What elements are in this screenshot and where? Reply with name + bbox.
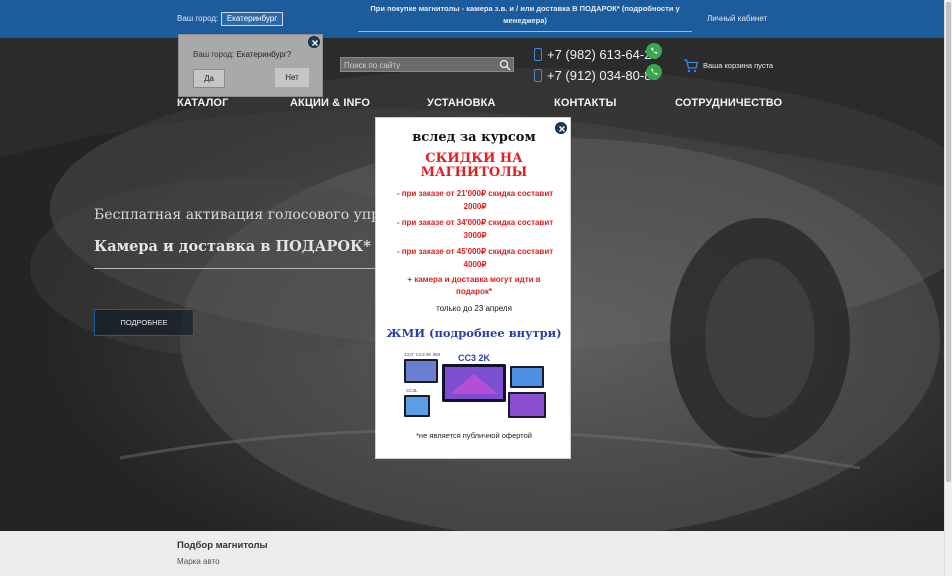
- nav-contacts[interactable]: КОНТАКТЫ: [554, 97, 616, 109]
- city-confirm-city: Екатеринбург?: [236, 50, 292, 59]
- product-label: CC3L: [406, 388, 418, 393]
- modal-footnote: *не является публичной офертой: [416, 431, 532, 440]
- close-icon[interactable]: [308, 36, 320, 48]
- modal-title: вслед за курсом: [412, 130, 536, 145]
- city-confirm-question: Ваш город: Екатеринбург?: [193, 50, 291, 59]
- hero-divider: [94, 268, 376, 269]
- car-selector-section: Подбор магнитолы Марка авто: [0, 531, 944, 576]
- promo-banner-text[interactable]: При покупке магнитолы - камера з.в. и / …: [358, 3, 692, 27]
- whatsapp-icon[interactable]: [646, 43, 662, 59]
- nav-installation[interactable]: УСТАНОВКА: [427, 97, 496, 109]
- nav-catalog[interactable]: КАТАЛОГ: [177, 97, 228, 109]
- discount-tier: - при заказе от 21'000₽ скидка составит …: [396, 189, 554, 211]
- hero-title: Камера и доставка в ПОДАРОК*: [94, 238, 371, 255]
- more-details-button[interactable]: ПОДРОБНЕЕ: [94, 309, 194, 336]
- car-brand-label[interactable]: Марка авто: [177, 557, 220, 566]
- product-label: 13,0" CC3 2K 360: [404, 352, 441, 357]
- top-bar: Ваш город: Екатеринбург При покупке магн…: [0, 0, 944, 38]
- phone-icon: [534, 69, 542, 82]
- whatsapp-icon[interactable]: [646, 64, 662, 80]
- confirm-yes-button[interactable]: Да: [193, 69, 225, 88]
- cart-status[interactable]: Ваша корзина пуста: [703, 61, 773, 70]
- phone-number-2[interactable]: +7 (912) 034-80-88: [547, 68, 659, 83]
- promo-underline: [358, 31, 692, 32]
- head-unit-product-image[interactable]: 13,0" CC3 2K 360 CC3 2K CC3L: [400, 350, 548, 422]
- gift-note: + камера и доставка могут идти в подарок…: [407, 275, 541, 296]
- scrollbar-thumb[interactable]: [946, 2, 951, 482]
- phone-number-1[interactable]: +7 (982) 613-64-28: [547, 47, 659, 62]
- confirm-no-button[interactable]: Нет: [275, 68, 309, 87]
- nav-partnership[interactable]: СОТРУДНИЧЕСТВО: [675, 97, 782, 109]
- promo-modal: вслед за курсом СКИДКИ НА МАГНИТОЛЫ - пр…: [375, 117, 571, 459]
- personal-cabinet-link[interactable]: Личный кабинет: [707, 14, 767, 23]
- section-title: Подбор магнитолы: [177, 540, 268, 551]
- search-input[interactable]: [344, 59, 494, 71]
- city-label: Ваш город:: [177, 14, 219, 23]
- city-confirm-prefix: Ваш город:: [193, 50, 235, 59]
- cart-icon[interactable]: [683, 59, 699, 73]
- product-label: CC3 2K: [458, 353, 491, 363]
- city-select-button[interactable]: Екатеринбург: [221, 12, 283, 26]
- discount-tier: - при заказе от 45'000₽ скидка составит …: [396, 247, 554, 269]
- scrollbar[interactable]: [944, 0, 952, 576]
- hero-subtitle: Бесплатная активация голосового управле: [94, 207, 414, 223]
- modal-cta-link[interactable]: ЖМИ (подробнее внутри): [376, 326, 572, 340]
- phone-icon: [534, 48, 542, 61]
- discount-tier: - при заказе от 34'000₽ скидка составит …: [396, 218, 554, 240]
- search-box: [340, 57, 514, 72]
- search-icon[interactable]: [499, 59, 511, 71]
- deadline-text: только до 23 апреля: [436, 304, 512, 313]
- nav-promotions[interactable]: АКЦИИ & INFO: [290, 97, 370, 109]
- modal-headline: СКИДКИ НА МАГНИТОЛЫ: [420, 151, 528, 180]
- city-confirm-popup: Ваш город: Екатеринбург? Да Нет: [178, 34, 323, 97]
